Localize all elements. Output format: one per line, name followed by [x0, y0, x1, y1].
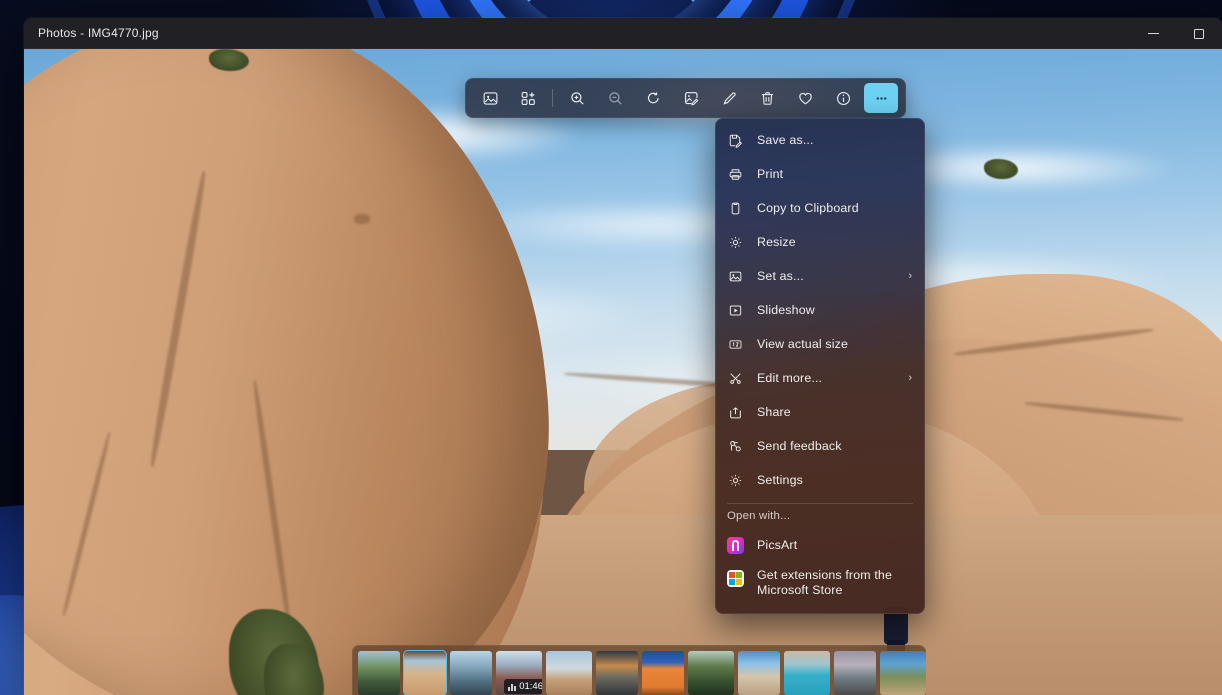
- menu-item-share[interactable]: Share: [715, 395, 925, 429]
- menu-item-print[interactable]: Print: [715, 157, 925, 191]
- more-icon[interactable]: [864, 83, 898, 113]
- menu-item-label: Set as...: [757, 269, 804, 283]
- thumbnail-image: [834, 651, 876, 695]
- zoom-in-icon[interactable]: [560, 83, 594, 113]
- thumb-tropical-foliage[interactable]: [688, 651, 734, 695]
- save-as-icon: [727, 132, 744, 149]
- photo-toolbar: [465, 78, 906, 118]
- thumbnail-image: [688, 651, 734, 695]
- thumbnail-image: [404, 651, 446, 695]
- zoom-out-icon[interactable]: [598, 83, 632, 113]
- menu-item-label: Print: [757, 167, 784, 181]
- menu-item-label: View actual size: [757, 337, 849, 351]
- photos-window: Photos - IMG4770.jpg Save as... Print Co…: [24, 18, 1222, 695]
- title-bar[interactable]: Photos - IMG4770.jpg: [24, 18, 1222, 49]
- favorite-heart-icon[interactable]: [788, 83, 822, 113]
- photo-viewer[interactable]: Save as... Print Copy to Clipboard Resiz…: [24, 49, 1222, 695]
- minimize-button[interactable]: [1130, 18, 1176, 49]
- menu-item-copy-to-clipboard[interactable]: Copy to Clipboard: [715, 191, 925, 225]
- filmstrip[interactable]: 01:46: [352, 645, 926, 695]
- menu-item-slideshow[interactable]: Slideshow: [715, 293, 925, 327]
- video-duration-badge: 01:46: [504, 679, 542, 694]
- share-icon: [727, 404, 744, 421]
- menu-item-label: Copy to Clipboard: [757, 201, 859, 215]
- print-icon: [727, 166, 744, 183]
- thumb-sunset-water[interactable]: [596, 651, 638, 695]
- picsart-icon: [727, 536, 744, 554]
- photo-bush: [984, 159, 1018, 179]
- crop-icon[interactable]: [674, 83, 708, 113]
- menu-item-label: Send feedback: [757, 439, 842, 453]
- set-as-icon: [727, 268, 744, 285]
- open-with-header: Open with...: [727, 510, 791, 522]
- multi-view-icon[interactable]: [511, 83, 545, 113]
- thumbnail-image: [880, 651, 926, 695]
- copy-icon: [727, 200, 744, 217]
- chevron-right-icon: ›: [908, 269, 912, 282]
- menu-item-label: Resize: [757, 235, 796, 249]
- menu-item-edit-more[interactable]: Edit more... ›: [715, 361, 925, 395]
- thumb-orange-building[interactable]: [642, 651, 684, 695]
- photo-rock-speck: [354, 214, 370, 224]
- thumbnail-image: [738, 651, 780, 695]
- menu-item-resize[interactable]: Resize: [715, 225, 925, 259]
- thumbnail-image: [358, 651, 400, 695]
- thumb-cloudy-beach[interactable]: [834, 651, 876, 695]
- menu-item-view-actual-size[interactable]: View actual size: [715, 327, 925, 361]
- menu-item-settings[interactable]: Settings: [715, 463, 925, 497]
- menu-item-send-feedback[interactable]: Send feedback: [715, 429, 925, 463]
- thumb-lake-shore[interactable]: [450, 651, 492, 695]
- delete-icon[interactable]: [750, 83, 784, 113]
- menu-divider: [727, 503, 913, 504]
- menu-item-label: PicsArt: [757, 538, 798, 552]
- minimize-icon: [1147, 33, 1159, 34]
- maximize-icon: [1194, 28, 1204, 39]
- thumb-desert-rocks[interactable]: [403, 650, 447, 695]
- thumb-pier-people[interactable]: 01:46: [496, 651, 542, 695]
- slideshow-icon: [727, 302, 744, 319]
- menu-item-label: Get extensions from the Microsoft Store: [757, 568, 892, 597]
- edit-pencil-icon[interactable]: [712, 83, 746, 113]
- feedback-icon: [727, 438, 744, 455]
- chevron-right-icon: ›: [908, 371, 912, 384]
- thumb-palm-tree[interactable]: [880, 651, 926, 695]
- rotate-icon[interactable]: [636, 83, 670, 113]
- actual-size-icon: [727, 336, 744, 353]
- thumbnail-image: [642, 651, 684, 695]
- maximize-button[interactable]: [1176, 18, 1222, 49]
- thumbnail-image: [596, 651, 638, 695]
- menu-item-save-as[interactable]: Save as...: [715, 123, 925, 157]
- thumb-beach-dune[interactable]: [738, 651, 780, 695]
- menu-item-label: Slideshow: [757, 303, 815, 317]
- menu-item-label: Settings: [757, 473, 803, 487]
- resize-gear-icon: [727, 234, 744, 251]
- toolbar-divider: [552, 89, 553, 107]
- info-icon[interactable]: [826, 83, 860, 113]
- thumbnail-image: [450, 651, 492, 695]
- thumb-desert-wide[interactable]: [546, 651, 592, 695]
- microsoft-store-icon: [727, 570, 744, 587]
- video-indicator-icon: [508, 683, 517, 691]
- thumbnail-image: [784, 651, 830, 695]
- video-duration-text: 01:46: [519, 681, 542, 692]
- more-options-menu: Save as... Print Copy to Clipboard Resiz…: [715, 118, 925, 614]
- photo-image-rocks-and-sky: [24, 49, 1222, 695]
- menu-item-label: Share: [757, 405, 791, 419]
- menu-item-picsart[interactable]: PicsArt: [715, 528, 925, 562]
- menu-item-set-as[interactable]: Set as... ›: [715, 259, 925, 293]
- edit-more-icon: [727, 370, 744, 387]
- thumbnail-image: [546, 651, 592, 695]
- photo-bush: [209, 49, 249, 71]
- thumb-forest-lake[interactable]: [358, 651, 400, 695]
- window-title: Photos - IMG4770.jpg: [38, 26, 159, 40]
- gallery-icon[interactable]: [473, 83, 507, 113]
- settings-gear-icon: [727, 472, 744, 489]
- menu-item-label: Save as...: [757, 133, 814, 147]
- window-controls: [1130, 18, 1222, 49]
- menu-item-get-extensions[interactable]: Get extensions from the Microsoft Store: [715, 562, 925, 608]
- thumb-pool-swimmer[interactable]: [784, 651, 830, 695]
- menu-item-label: Edit more...: [757, 371, 823, 385]
